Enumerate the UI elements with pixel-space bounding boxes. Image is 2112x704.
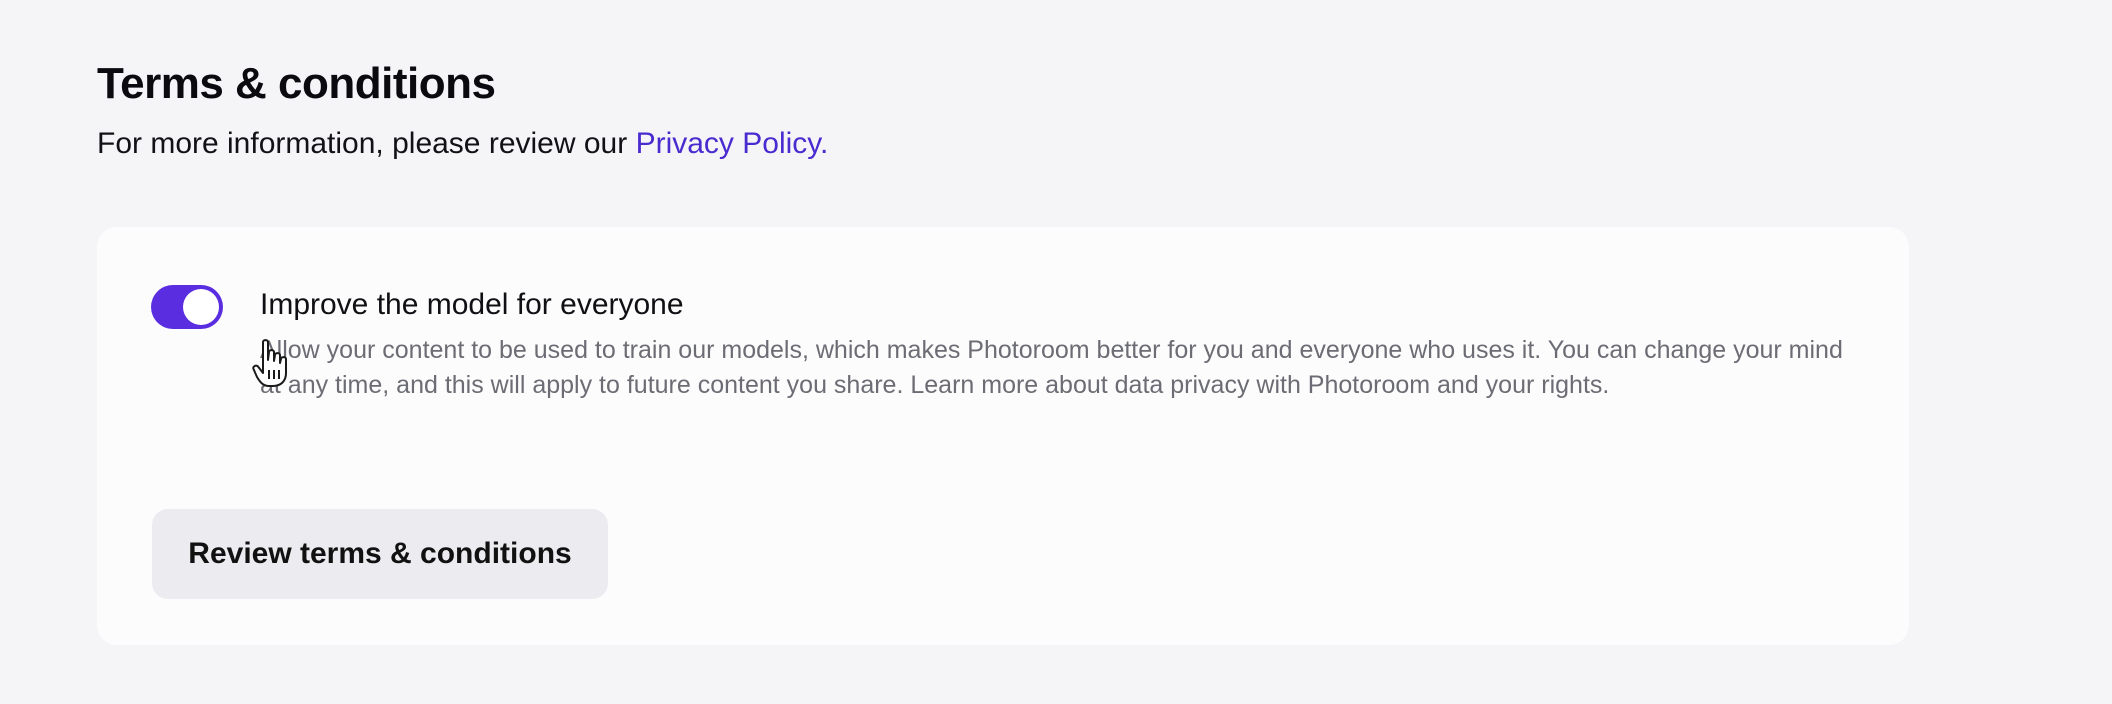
toggle-knob	[183, 289, 219, 325]
setting-description: Allow your content to be used to train o…	[260, 336, 1843, 399]
setting-title: Improve the model for everyone	[260, 288, 684, 321]
review-terms-button[interactable]: Review terms & conditions	[152, 509, 608, 599]
hand-pointer-icon	[252, 339, 287, 387]
subtitle: For more information, please review our …	[97, 124, 1909, 164]
privacy-policy-link[interactable]: Privacy Policy.	[636, 127, 829, 160]
setting-text: Improve the model for everyone Allow you…	[260, 285, 1860, 403]
page-title: Terms & conditions	[97, 59, 496, 108]
settings-card: Improve the model for everyone Allow you…	[97, 227, 1909, 645]
terms-section: Terms & conditions For more information,…	[97, 56, 1909, 645]
subtitle-text: For more information, please review our	[97, 127, 628, 160]
improve-model-toggle[interactable]	[151, 285, 223, 329]
